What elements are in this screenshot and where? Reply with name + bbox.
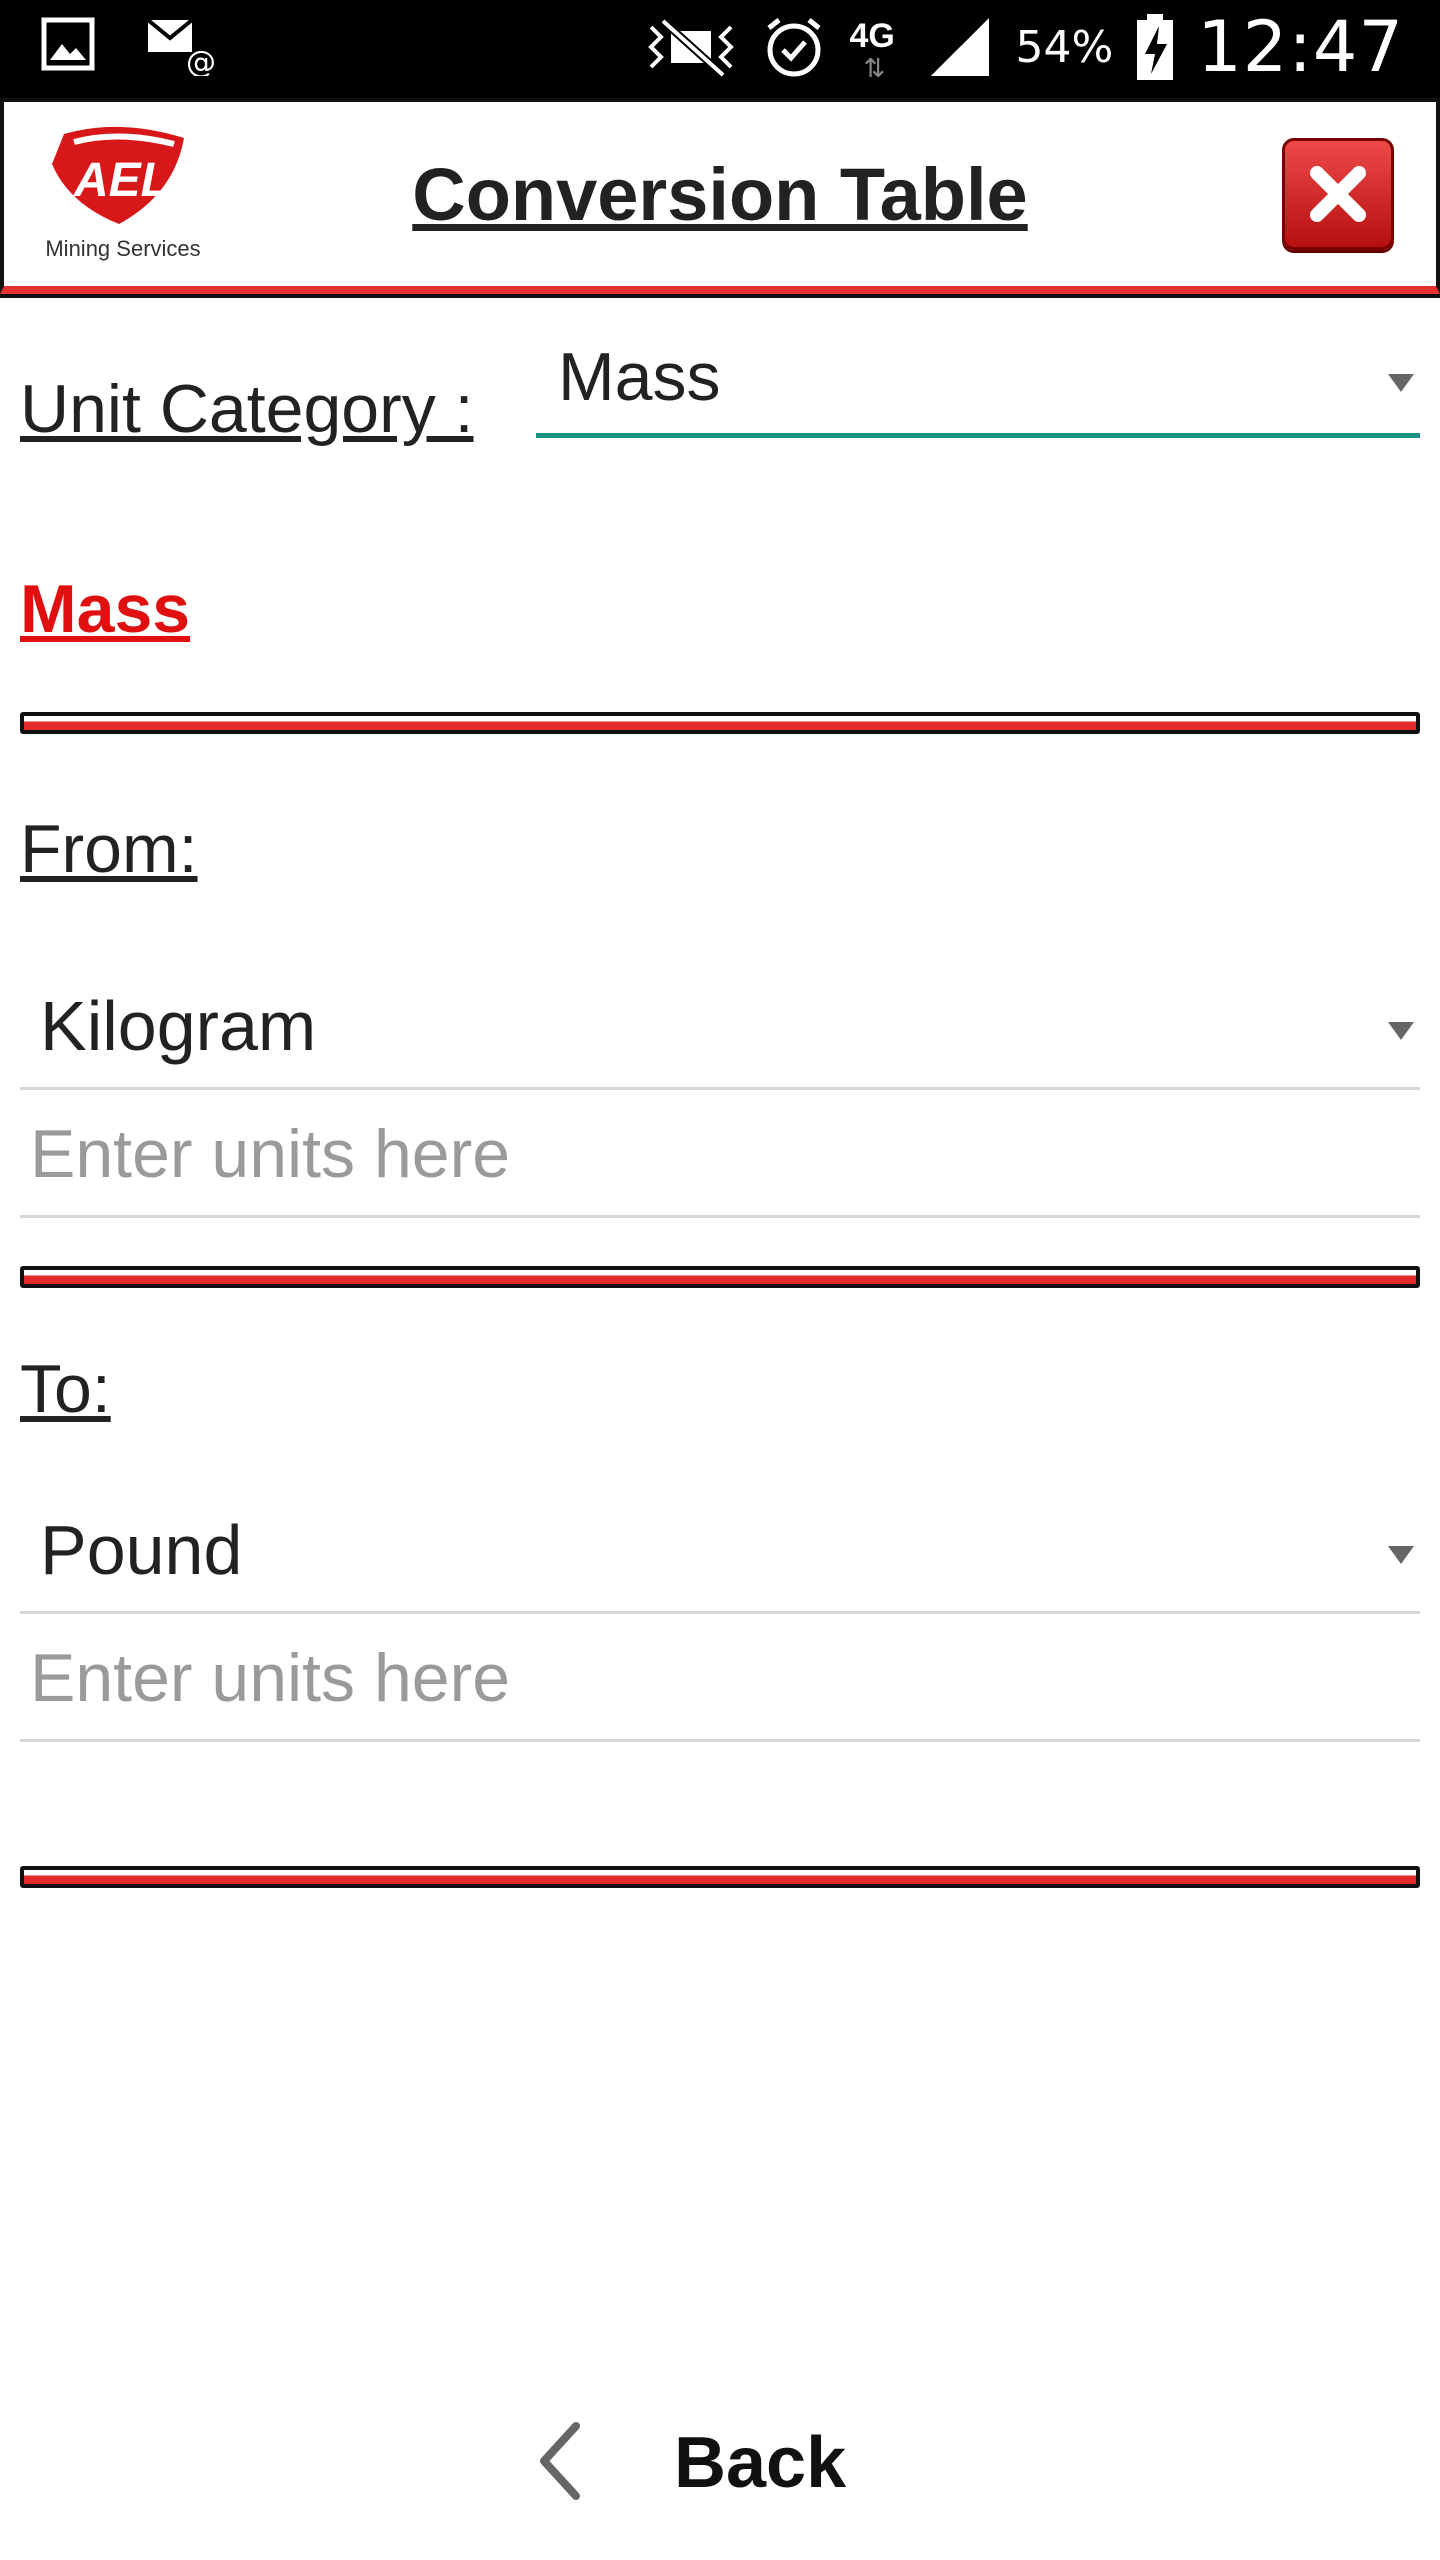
back-button[interactable]: Back — [530, 2410, 910, 2510]
from-label: From: — [20, 811, 198, 887]
dropdown-arrow-icon — [1388, 1546, 1414, 1564]
network-4g-icon: 4G ⇅ — [849, 11, 905, 83]
alarm-icon — [767, 18, 822, 77]
chevron-left-icon — [540, 2422, 580, 2500]
to-units-input[interactable] — [20, 1616, 1420, 1742]
unit-category-label: Unit Category : — [20, 371, 474, 447]
from-units-input[interactable] — [20, 1092, 1420, 1218]
network-type: 4G — [849, 17, 895, 55]
divider — [20, 1866, 1420, 1888]
divider — [20, 1266, 1420, 1288]
from-unit-value: Kilogram — [40, 987, 317, 1065]
back-label: Back — [674, 2423, 847, 2503]
unit-category-value: Mass — [558, 339, 721, 415]
system-icons: 4G ⇅ 54% 12:47 — [643, 6, 1404, 88]
from-unit-dropdown[interactable]: Kilogram — [20, 964, 1420, 1090]
close-icon — [1310, 166, 1366, 222]
battery-charging-icon — [1137, 14, 1174, 80]
to-unit-value: Pound — [40, 1511, 243, 1589]
mute-icon — [648, 18, 735, 77]
data-arrows: ⇅ — [863, 53, 886, 83]
email-icon: @ — [146, 18, 216, 76]
logo-caption: Mining Services — [45, 236, 201, 261]
to-label: To: — [20, 1351, 111, 1427]
gallery-icon — [41, 17, 95, 71]
battery-percent: 54% — [1015, 21, 1114, 73]
divider — [20, 712, 1420, 734]
status-bar: @ 4G ⇅ 54% 12:47 — [0, 0, 1440, 98]
dropdown-arrow-icon — [1388, 374, 1414, 392]
close-button[interactable] — [1282, 138, 1394, 250]
dropdown-arrow-icon — [1388, 1022, 1414, 1040]
page-title: Conversion Table — [412, 153, 1028, 236]
app-header: AEL Mining Services Conversion Table — [0, 98, 1440, 298]
svg-text:@: @ — [186, 45, 216, 76]
notification-icons: @ — [40, 16, 216, 76]
unit-category-dropdown[interactable]: Mass — [536, 330, 1420, 438]
clock: 12:47 — [1197, 6, 1404, 88]
section-title: Mass — [20, 571, 191, 647]
to-unit-dropdown[interactable]: Pound — [20, 1488, 1420, 1614]
signal-icon — [931, 18, 990, 76]
